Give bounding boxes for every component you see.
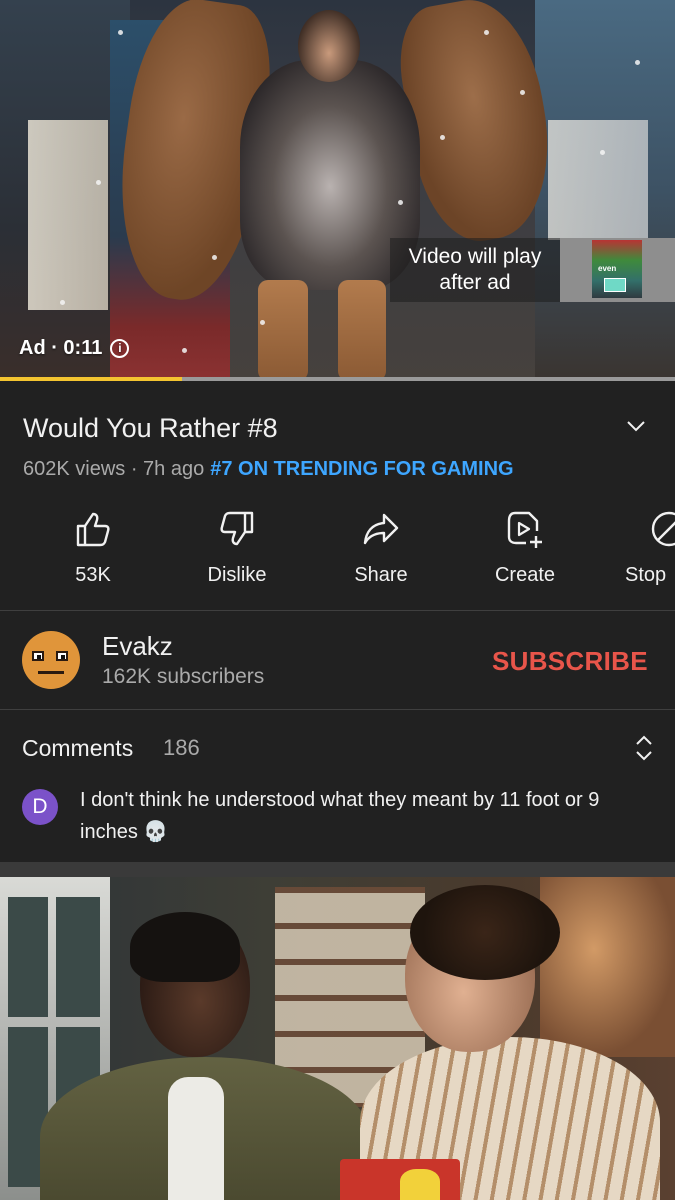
- view-count: 602K views · 7h ago: [23, 458, 205, 480]
- action-bar: 53K Dislike Share Create Stop: [0, 509, 675, 589]
- share-button[interactable]: Share: [321, 509, 441, 587]
- watch-page: Video will play after ad even Ad · 0:11 …: [0, 0, 675, 1200]
- snowflake: [484, 30, 489, 35]
- stop-ads-icon: [651, 511, 675, 547]
- dislike-icon: [220, 511, 254, 546]
- avatar-pupil: [37, 655, 41, 659]
- snowflake: [520, 90, 525, 95]
- scene-curtain: [548, 120, 648, 240]
- after-ad-line: after ad: [439, 271, 511, 294]
- after-ad-line: Video will play: [408, 245, 542, 268]
- share-icon: [363, 513, 399, 545]
- comments-count: 186: [163, 735, 200, 760]
- snack-box-logo: [400, 1169, 440, 1200]
- scene-curtain: [28, 120, 108, 310]
- avatar-eye: [56, 651, 68, 661]
- scene-lamp: [540, 877, 675, 1057]
- channel-name[interactable]: Evakz: [102, 631, 173, 662]
- video-player[interactable]: Video will play after ad even Ad · 0:11 …: [0, 0, 675, 381]
- section-separator: [0, 862, 675, 877]
- scene-figure-leg: [258, 280, 308, 381]
- expand-icon[interactable]: [634, 734, 654, 762]
- thumbnail-tag: even: [598, 264, 617, 273]
- comments-teaser[interactable]: Comments 186 D I don't think he understo…: [0, 710, 675, 862]
- snowflake: [212, 255, 217, 260]
- video-details: Would You Rather #8 602K views · 7h ago #…: [0, 381, 675, 611]
- trending-link[interactable]: #7 ON TRENDING FOR GAMING: [210, 458, 513, 480]
- avatar-pupil: [61, 655, 65, 659]
- scene-figure-head: [298, 10, 360, 82]
- snowflake: [182, 348, 187, 353]
- next-video-thumbnail[interactable]: [0, 877, 675, 1200]
- thumbnail-box: [604, 278, 626, 292]
- video-title[interactable]: Would You Rather #8: [23, 413, 278, 444]
- snowflake: [96, 180, 101, 185]
- subscriber-count: 162K subscribers: [102, 665, 265, 688]
- avatar-mouth: [38, 671, 64, 674]
- info-icon[interactable]: i: [110, 339, 130, 358]
- dislike-button[interactable]: Dislike: [177, 509, 297, 587]
- video-after-ad-notice[interactable]: Video will play after ad: [390, 238, 560, 302]
- person-left-hair: [130, 912, 240, 982]
- ad-label-text: Ad · 0:11: [19, 337, 103, 359]
- top-comment-text: I don't think he understood what they me…: [80, 789, 600, 843]
- window-pane: [56, 897, 100, 1017]
- upcoming-video-thumbnail[interactable]: even: [560, 238, 675, 302]
- create-icon: [507, 511, 542, 548]
- share-label: Share: [354, 564, 408, 586]
- stop-label: Stop: [625, 564, 667, 586]
- like-button[interactable]: 53K: [33, 509, 153, 587]
- snowflake: [260, 320, 265, 325]
- create-button[interactable]: Create: [465, 509, 585, 587]
- snowflake: [60, 300, 65, 305]
- chevron-down-icon[interactable]: [625, 417, 647, 435]
- create-label: Create: [494, 564, 556, 586]
- person-right-hair: [410, 885, 560, 980]
- stop-ads-button[interactable]: Stop: [609, 509, 675, 587]
- video-meta: 602K views · 7h ago #7 ON TRENDING FOR GA…: [23, 458, 514, 481]
- avatar-eye: [32, 651, 44, 661]
- like-icon: [76, 512, 110, 547]
- snowflake: [398, 200, 403, 205]
- snowflake: [600, 150, 605, 155]
- commenter-avatar: D: [22, 789, 58, 825]
- comments-heading: Comments: [22, 735, 134, 761]
- ad-countdown: Ad · 0:11 i: [19, 337, 130, 360]
- snowflake: [635, 60, 640, 65]
- channel-row[interactable]: Evakz 162K subscribers SUBSCRIBE: [0, 611, 675, 709]
- snowflake: [440, 135, 445, 140]
- channel-avatar[interactable]: [22, 631, 80, 689]
- person-left-shirt: [168, 1077, 224, 1200]
- like-count: 53K: [75, 564, 111, 586]
- dislike-label: Dislike: [207, 564, 267, 586]
- snowflake: [118, 30, 123, 35]
- scene-figure-leg: [338, 280, 386, 381]
- window-pane: [8, 897, 48, 1017]
- subscribe-button[interactable]: SUBSCRIBE: [492, 646, 648, 677]
